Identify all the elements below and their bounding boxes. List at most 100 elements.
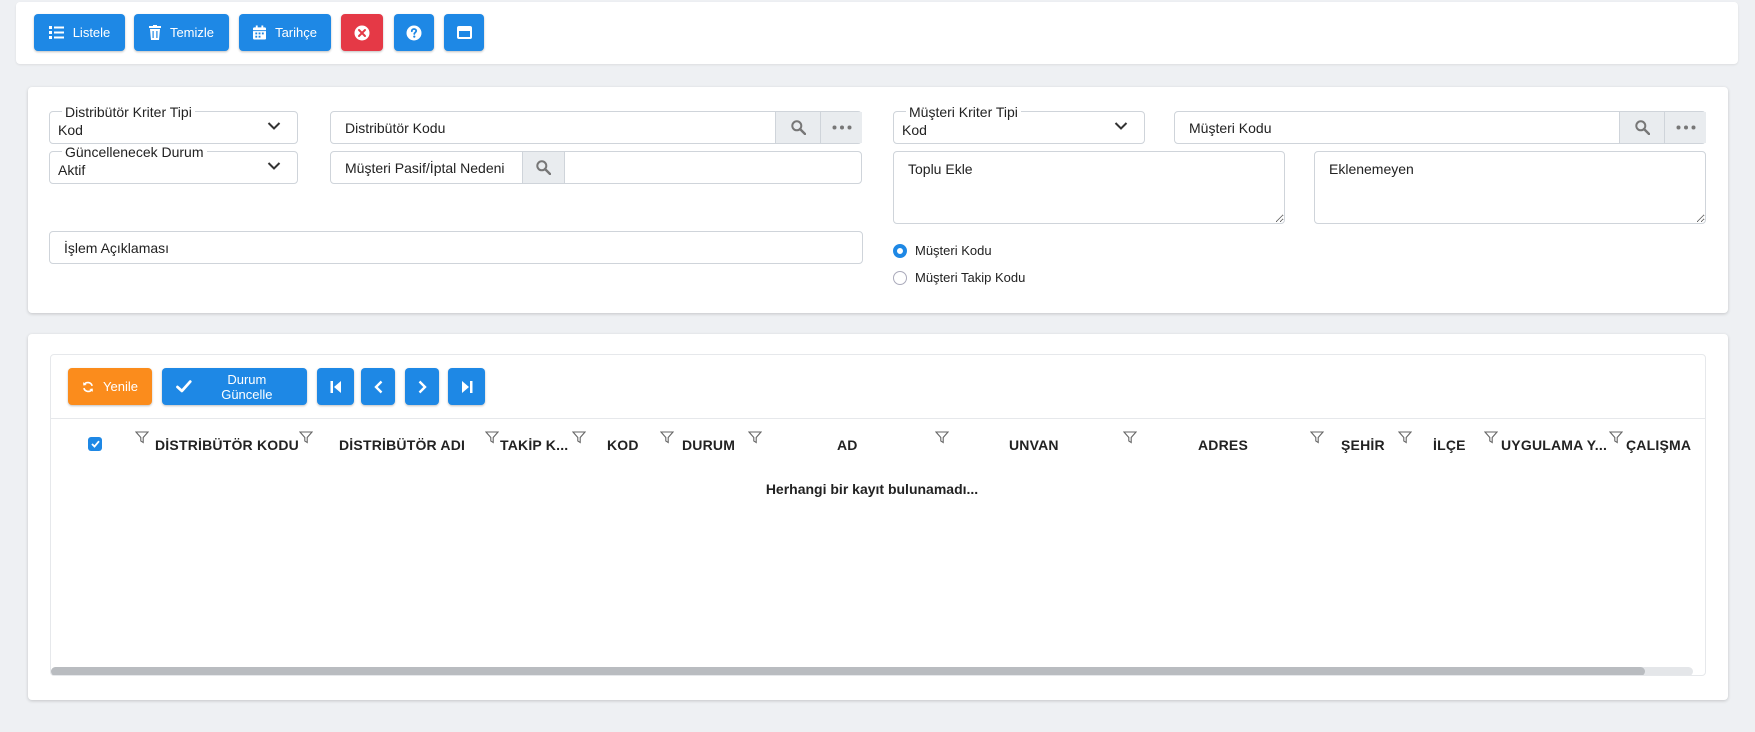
filter-icon[interactable] <box>748 431 762 444</box>
customer-criteria-value: Kod <box>902 122 927 138</box>
customer-code-input[interactable]: Müşteri Kodu <box>1174 111 1706 144</box>
close-circle-icon <box>354 25 370 40</box>
status-to-update-select[interactable]: Güncellenecek Durum Aktif <box>49 145 298 184</box>
clear-button-label: Temizle <box>169 25 215 40</box>
filter-icon[interactable] <box>135 431 149 444</box>
next-page-icon <box>418 380 427 393</box>
radio-customer-code-label: Müşteri Kodu <box>915 243 992 258</box>
close-button[interactable] <box>341 14 383 51</box>
radio-customer-tracking-code-indicator[interactable] <box>893 270 907 285</box>
help-circle-icon <box>406 25 422 40</box>
results-grid: Yenile Durum Güncelle DİSTRİBÜTÖR KODU D… <box>50 354 1706 676</box>
column-header-city[interactable]: ŞEHİR <box>1341 437 1385 453</box>
customer-criteria-label: Müşteri Kriter Tipi <box>906 105 1021 119</box>
column-header-name[interactable]: AD <box>837 437 858 453</box>
distributor-code-search-button[interactable] <box>775 112 820 143</box>
filter-icon[interactable] <box>1609 431 1623 444</box>
status-to-update-value: Aktif <box>58 162 86 178</box>
customer-code-label: Müşteri Kodu <box>1189 119 1272 136</box>
check-icon <box>90 440 100 448</box>
distributor-criteria-label: Distribütör Kriter Tipi <box>62 105 195 119</box>
filter-icon[interactable] <box>1123 431 1137 444</box>
history-button-label: Tarihçe <box>275 25 317 40</box>
column-header-application[interactable]: UYGULAMA Y... <box>1501 437 1607 453</box>
radio-customer-code[interactable]: Müşteri Kodu <box>893 243 992 258</box>
ellipsis-icon <box>1676 125 1695 130</box>
next-page-button[interactable] <box>405 368 439 405</box>
column-header-distributor-code[interactable]: DİSTRİBÜTÖR KODU <box>155 437 299 453</box>
filter-icon[interactable] <box>660 431 674 444</box>
customer-criteria-select[interactable]: Müşteri Kriter Tipi Kod <box>893 105 1145 144</box>
prev-page-button[interactable] <box>361 368 395 405</box>
status-to-update-label: Güncellenecek Durum <box>62 145 207 159</box>
search-icon <box>536 160 551 175</box>
column-header-district[interactable]: İLÇE <box>1433 437 1466 453</box>
grid-toolbar: Yenile Durum Güncelle <box>51 355 1705 419</box>
chevron-down-icon <box>267 122 281 130</box>
search-icon <box>790 120 806 135</box>
calendar-icon <box>253 25 267 40</box>
customer-code-search-button[interactable] <box>1619 112 1664 143</box>
distributor-code-more-button[interactable] <box>820 112 862 143</box>
clear-button[interactable]: Temizle <box>134 14 229 51</box>
filter-panel: Distribütör Kriter Tipi Kod Güncellenece… <box>28 87 1728 313</box>
refresh-button-label: Yenile <box>103 379 138 394</box>
passive-reason-label: Müşteri Pasif/İptal Nedeni <box>345 159 505 176</box>
chevron-down-icon <box>1114 122 1128 130</box>
last-page-icon <box>461 380 472 393</box>
filter-icon[interactable] <box>1398 431 1412 444</box>
last-page-button[interactable] <box>448 368 485 405</box>
column-header-code[interactable]: KOD <box>607 437 639 453</box>
radio-customer-tracking-code-label: Müşteri Takip Kodu <box>915 270 1026 285</box>
window-button[interactable] <box>444 14 484 51</box>
passive-reason-search-button[interactable] <box>522 152 565 183</box>
column-header-tracking-code[interactable]: TAKİP K... <box>500 437 568 453</box>
column-header-working[interactable]: ÇALIŞMA <box>1626 437 1691 453</box>
radio-customer-code-indicator[interactable] <box>893 243 907 258</box>
transaction-description-input[interactable]: İşlem Açıklaması <box>49 231 863 264</box>
customer-code-more-button[interactable] <box>1664 112 1706 143</box>
check-icon <box>176 380 192 393</box>
search-icon <box>1634 120 1650 135</box>
update-status-button-label: Durum Güncelle <box>221 371 273 402</box>
distributor-code-input[interactable]: Distribütör Kodu <box>330 111 862 144</box>
distributor-criteria-value: Kod <box>58 122 83 138</box>
grid-body: DİSTRİBÜTÖR KODU DİSTRİBÜTÖR ADI TAKİP K… <box>51 419 1693 675</box>
bulk-add-textarea[interactable] <box>893 151 1285 224</box>
column-header-address[interactable]: ADRES <box>1198 437 1248 453</box>
ellipsis-icon <box>832 125 851 130</box>
filter-icon[interactable] <box>1484 431 1498 444</box>
empty-message: Herhangi bir kayıt bulunamadı... <box>765 481 979 497</box>
results-panel: Yenile Durum Güncelle DİSTRİBÜTÖR KODU D… <box>28 334 1728 700</box>
distributor-code-label: Distribütör Kodu <box>345 119 446 136</box>
select-all-checkbox[interactable] <box>88 437 102 451</box>
column-header-title[interactable]: UNVAN <box>1009 437 1059 453</box>
column-header-status[interactable]: DURUM <box>682 437 735 453</box>
filter-icon[interactable] <box>1310 431 1324 444</box>
distributor-criteria-select[interactable]: Distribütör Kriter Tipi Kod <box>49 105 298 144</box>
not-added-textarea[interactable] <box>1314 151 1706 224</box>
horizontal-scrollbar-thumb[interactable] <box>51 667 1645 675</box>
window-icon <box>456 26 472 39</box>
radio-customer-tracking-code[interactable]: Müşteri Takip Kodu <box>893 270 1025 285</box>
filter-icon[interactable] <box>572 431 586 444</box>
history-button[interactable]: Tarihçe <box>239 14 331 51</box>
prev-page-icon <box>373 380 382 393</box>
list-button[interactable]: Listele <box>34 14 125 51</box>
update-status-button[interactable]: Durum Güncelle <box>162 368 307 405</box>
filter-icon[interactable] <box>299 431 313 444</box>
column-header-distributor-name[interactable]: DİSTRİBÜTÖR ADI <box>339 437 465 453</box>
chevron-down-icon <box>267 162 281 170</box>
filter-icon[interactable] <box>485 431 499 444</box>
first-page-icon <box>330 380 341 393</box>
transaction-description-label: İşlem Açıklaması <box>64 239 170 256</box>
filter-icon[interactable] <box>935 431 949 444</box>
help-button[interactable] <box>394 14 434 51</box>
passive-reason-input[interactable]: Müşteri Pasif/İptal Nedeni <box>330 151 862 184</box>
list-button-label: Listele <box>72 25 111 40</box>
first-page-button[interactable] <box>317 368 354 405</box>
refresh-button[interactable]: Yenile <box>68 368 152 405</box>
trash-icon <box>148 25 161 40</box>
list-icon <box>48 26 64 39</box>
horizontal-scrollbar[interactable] <box>51 667 1693 675</box>
